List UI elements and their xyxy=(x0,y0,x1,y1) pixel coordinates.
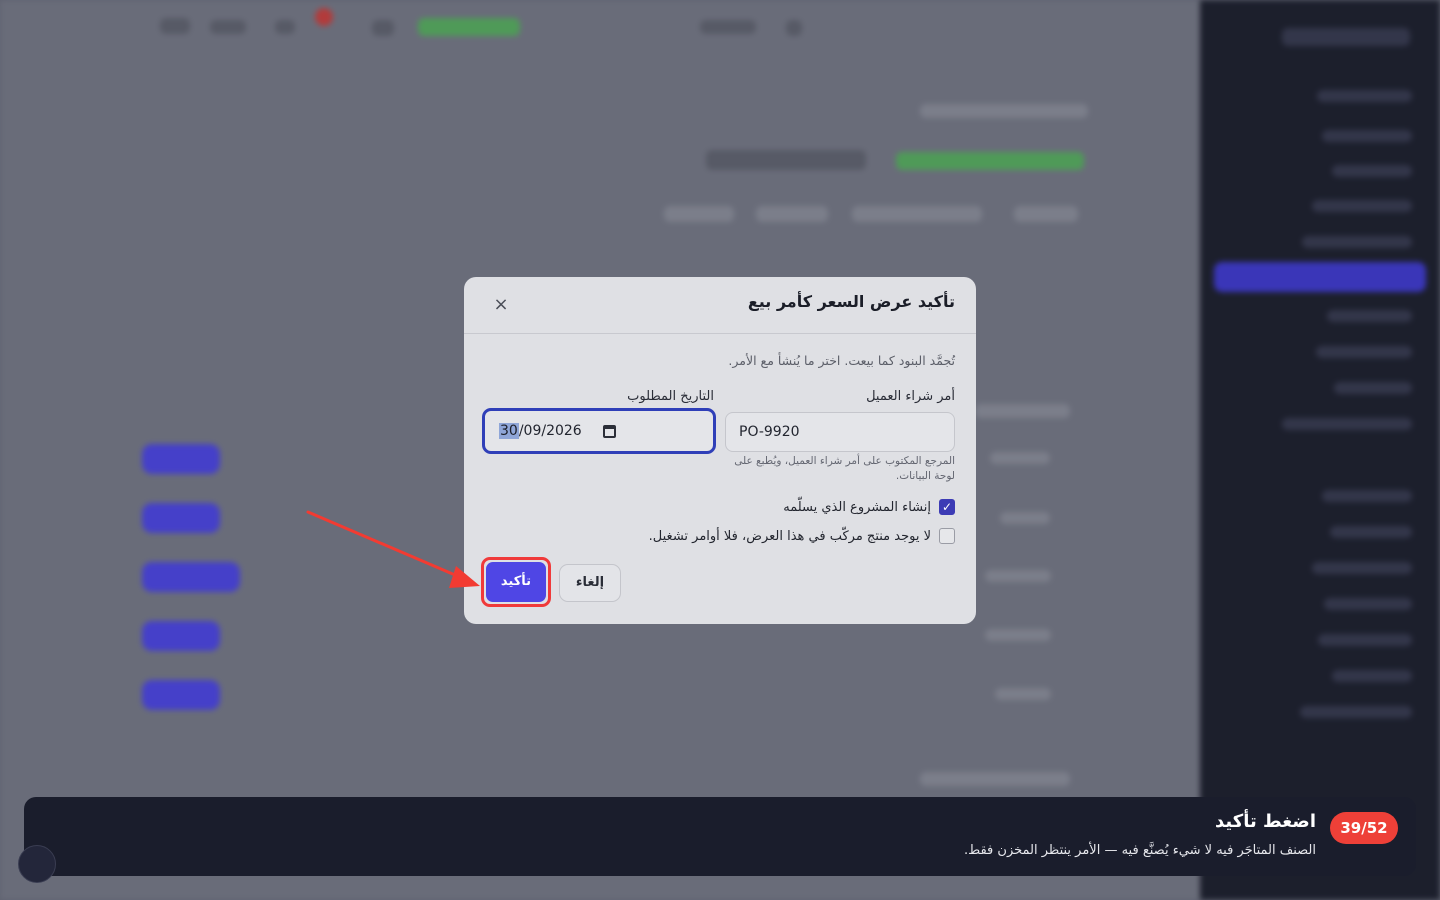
customer-po-hint: المرجع المكتوب على أمر شراء العميل، ويُط… xyxy=(734,455,955,482)
tutorial-title: اضغط تأكيد xyxy=(1215,811,1316,832)
date-day-segment: 30 xyxy=(499,423,519,439)
no-assembly-checkbox[interactable] xyxy=(939,528,955,544)
confirm-quote-dialog: تأكيد عرض السعر كأمر بيع × تُجمَّد البنو… xyxy=(464,277,976,624)
create-project-label: إنشاء المشروع الذي يسلّمه xyxy=(783,499,931,515)
required-date-label: التاريخ المطلوب xyxy=(627,389,714,404)
customer-po-label: أمر شراء العميل xyxy=(866,389,955,404)
cancel-button[interactable]: إلغاء xyxy=(559,564,621,602)
create-project-checkbox[interactable]: ✓ xyxy=(939,499,955,515)
dialog-description: تُجمَّد البنود كما بيعت. اختر ما يُنشأ م… xyxy=(728,353,955,368)
customer-po-input[interactable]: PO-9920 xyxy=(725,412,955,452)
calendar-icon[interactable] xyxy=(603,425,616,438)
help-button[interactable] xyxy=(18,845,56,883)
no-assembly-option[interactable]: لا يوجد منتج مركّب في هذا العرض، فلا أوا… xyxy=(649,528,955,544)
close-icon[interactable]: × xyxy=(490,294,512,316)
background-topbar xyxy=(0,0,1200,56)
confirm-button[interactable]: تأكيد xyxy=(486,562,546,602)
dialog-title: تأكيد عرض السعر كأمر بيع xyxy=(747,292,955,311)
step-counter-badge: 39/52 xyxy=(1330,812,1398,844)
create-project-option[interactable]: ✓ إنشاء المشروع الذي يسلّمه xyxy=(783,499,955,515)
tutorial-text: الصنف المتاجَر فيه لا شيء يُصنَّع فيه — … xyxy=(964,843,1316,858)
date-rest-segment: /09/2026 xyxy=(518,423,582,439)
background-sidebar xyxy=(1200,0,1440,900)
tutorial-bar: 39/52 اضغط تأكيد الصنف المتاجَر فيه لا ش… xyxy=(24,797,1416,876)
dialog-header: تأكيد عرض السعر كأمر بيع × xyxy=(464,277,976,334)
no-assembly-label: لا يوجد منتج مركّب في هذا العرض، فلا أوا… xyxy=(648,528,931,544)
required-date-input[interactable]: 30/09/2026 xyxy=(482,408,716,454)
